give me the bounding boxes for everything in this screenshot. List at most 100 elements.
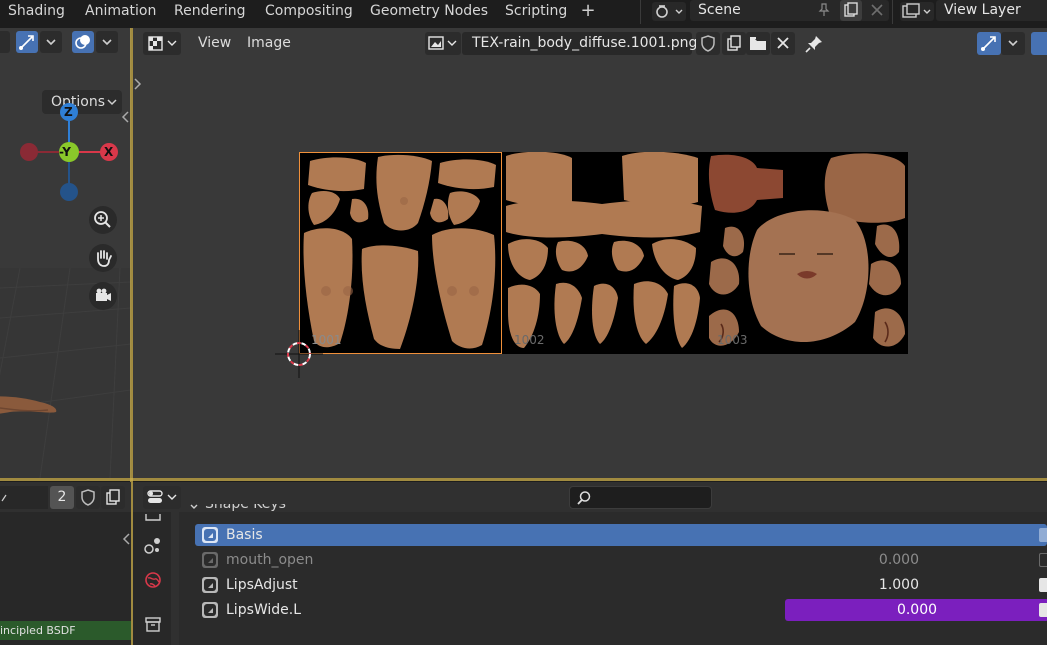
tab-shading[interactable]: Shading: [8, 0, 65, 24]
uv-texture-head: [708, 153, 905, 347]
udim-label-1002: 1002: [514, 333, 545, 347]
principled-bsdf-node[interactable]: incipled BSDF: [0, 621, 131, 640]
udim-tile-1002[interactable]: [502, 152, 705, 354]
folder-icon: [750, 37, 766, 50]
gizmo-z-label: Z: [64, 105, 73, 119]
material-name-field[interactable]: [0, 486, 48, 509]
udim-tile-1001[interactable]: [299, 152, 502, 354]
shield-icon: [701, 35, 715, 52]
gizmo-dropdown[interactable]: [1001, 32, 1025, 55]
editor-type-selector[interactable]: [143, 486, 181, 509]
shape-key-icon: [202, 602, 218, 618]
shape-key-icon: [202, 577, 218, 593]
shape-key-row[interactable]: mouth_open 0.000: [195, 549, 1047, 571]
menu-image[interactable]: Image: [247, 34, 291, 52]
shape-key-row[interactable]: LipsAdjust 1.000: [195, 574, 1047, 596]
users-count[interactable]: 2: [50, 486, 74, 509]
view-layer-type-icon[interactable]: [900, 2, 934, 21]
tab-scripting[interactable]: Scripting: [505, 0, 567, 24]
udim-label-1003: 1003: [717, 333, 748, 347]
panel-header[interactable]: Shape Keys: [179, 504, 1047, 524]
shape-key-mute-checkbox[interactable]: [1039, 528, 1047, 542]
close-icon[interactable]: [868, 1, 886, 19]
physics-icon: [144, 538, 160, 554]
image-icon: [428, 36, 457, 50]
divider: [892, 0, 893, 24]
tab-data[interactable]: [143, 512, 163, 522]
tab-world[interactable]: [142, 569, 164, 591]
image-name-field[interactable]: TEX-rain_body_diffuse.1001.png: [462, 32, 697, 55]
shape-key-name: LipsAdjust: [226, 577, 298, 593]
pin-icon[interactable]: [816, 2, 832, 18]
camera-tool[interactable]: [89, 282, 117, 310]
shape-key-value[interactable]: 1.000: [879, 574, 919, 596]
3d-viewport[interactable]: Options Z -Y X: [0, 28, 131, 478]
tab-collection[interactable]: [142, 613, 164, 635]
overlay-toggle[interactable]: [1031, 32, 1047, 55]
shape-keys-panel: Shape Keys Basis mouth_open 0.000 LipsAd…: [179, 504, 1047, 645]
uv-texture-hands: [506, 152, 702, 348]
image-browse-button[interactable]: [425, 32, 461, 55]
scene-selector[interactable]: Scene: [690, 0, 889, 21]
add-workspace-button[interactable]: +: [580, 0, 596, 24]
world-icon: [145, 572, 161, 588]
view-layer-name: View Layer: [944, 2, 1021, 18]
fake-user-button[interactable]: [76, 486, 100, 509]
workspace-bar: Shading Animation Rendering Compositing …: [0, 0, 1047, 24]
2d-cursor-icon[interactable]: [275, 330, 323, 378]
properties-tabs: [133, 512, 171, 645]
new-image-button[interactable]: [722, 32, 746, 55]
zoom-icon: [94, 211, 111, 228]
shape-key-value: 0.000: [896, 602, 938, 618]
new-scene-icon[interactable]: [840, 0, 862, 21]
duplicate-icon: [727, 35, 741, 51]
hand-icon: [97, 250, 112, 267]
pin-icon[interactable]: [803, 33, 825, 55]
unlink-image-button[interactable]: [771, 32, 795, 55]
overlay-toggle[interactable]: [72, 31, 94, 53]
shape-key-value[interactable]: 0.000: [879, 549, 919, 571]
menu-view[interactable]: View: [198, 34, 231, 52]
view-layer-selector[interactable]: View Layer: [936, 0, 1047, 21]
shape-key-name: mouth_open: [226, 552, 314, 568]
gizmo-toggle[interactable]: [16, 31, 38, 53]
camera-icon: [96, 288, 111, 301]
shape-key-mute-checkbox[interactable]: [1039, 603, 1047, 617]
tab-geometry-nodes[interactable]: Geometry Nodes: [370, 0, 488, 24]
properties-editor[interactable]: Shape Keys Basis mouth_open 0.000 LipsAd…: [133, 482, 1047, 645]
tab-animation[interactable]: Animation: [85, 0, 156, 24]
zoom-tool[interactable]: [89, 206, 117, 234]
scene-type-icon[interactable]: [652, 2, 686, 21]
fake-user-button[interactable]: [696, 32, 720, 55]
shape-key-icon: [202, 552, 218, 568]
tab-rendering[interactable]: Rendering: [174, 0, 246, 24]
sidebar-expand-icon[interactable]: [133, 76, 143, 92]
overlay-dropdown[interactable]: [96, 31, 118, 53]
duplicate-icon: [106, 489, 120, 505]
archive-icon: [145, 617, 161, 632]
collapse-arrow-icon[interactable]: [121, 532, 131, 546]
new-material-button[interactable]: [101, 486, 125, 509]
panel-title: Shape Keys: [205, 504, 286, 512]
divider: [640, 0, 641, 24]
shape-key-mute-checkbox[interactable]: [1039, 578, 1047, 592]
udim-tile-1003[interactable]: [705, 152, 908, 354]
gizmo-dropdown[interactable]: [40, 31, 62, 53]
editor-type-selector[interactable]: [143, 32, 181, 55]
image-editor[interactable]: View Image TEX-rain_body_diffuse.1001.pn…: [133, 28, 1047, 478]
gizmo-toggle[interactable]: [977, 32, 1001, 55]
shape-key-value-slider[interactable]: 0.000: [785, 599, 1047, 621]
shape-key-name: LipsWide.L: [226, 602, 302, 618]
shield-icon: [81, 489, 95, 506]
tab-compositing[interactable]: Compositing: [265, 0, 353, 24]
tab-physics[interactable]: [142, 534, 164, 556]
shape-key-row[interactable]: Basis: [195, 524, 1047, 546]
shading-button[interactable]: [0, 31, 10, 53]
gizmo-y-label: -Y: [59, 145, 71, 159]
pan-tool[interactable]: [89, 244, 117, 272]
area-divider[interactable]: [0, 478, 1047, 481]
properties-icon: [147, 490, 177, 503]
open-image-button[interactable]: [746, 32, 770, 55]
shape-key-mute-checkbox[interactable]: [1039, 553, 1047, 567]
shape-key-row[interactable]: LipsWide.L 0.000: [195, 599, 1047, 621]
